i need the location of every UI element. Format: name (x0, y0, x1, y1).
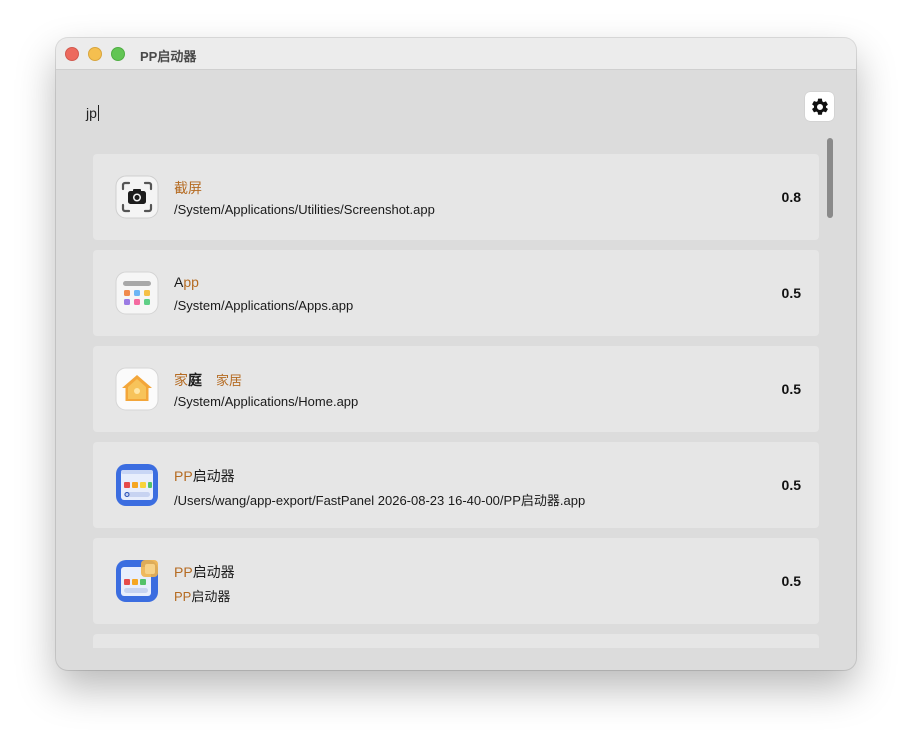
results-list[interactable]: 截屏 /System/Applications/Utilities/Screen… (93, 154, 819, 648)
result-row-screenshot[interactable]: 截屏 /System/Applications/Utilities/Screen… (93, 154, 819, 240)
result-row-home[interactable]: 家庭 家居 /System/Applications/Home.app 0.5 (93, 346, 819, 432)
result-score: 0.5 (781, 573, 801, 589)
window-title: PP启动器 (140, 49, 197, 64)
result-name: PP启动器 (174, 468, 235, 484)
result-score: 0.5 (781, 285, 801, 301)
result-path: /Users/wang/app-export/FastPanel 2026-08… (174, 493, 586, 508)
apps-app-icon (115, 271, 159, 315)
search-input-value: jp (86, 105, 97, 121)
screenshot-app-icon (115, 175, 159, 219)
result-score: 0.8 (781, 189, 801, 205)
gear-icon (811, 98, 828, 115)
pp-launcher-app-icon (116, 464, 158, 506)
result-path: PP启动器 (174, 589, 231, 604)
app-window: PP启动器 jp 截屏 /System/Applications/Utiliti… (56, 38, 856, 670)
scrollbar-thumb[interactable] (827, 138, 833, 218)
home-app-icon (115, 367, 159, 411)
minimize-button[interactable] (88, 47, 102, 61)
result-score: 0.5 (781, 477, 801, 493)
result-path: /System/Applications/Utilities/Screensho… (174, 202, 435, 217)
result-row-partial[interactable] (93, 634, 819, 648)
result-name: 截屏 (174, 180, 202, 196)
result-name: App (174, 274, 199, 290)
zoom-button[interactable] (111, 47, 125, 61)
result-row-pp-launcher-2[interactable]: PP启动器 PP启动器 0.5 (93, 538, 819, 624)
result-row-apps[interactable]: App /System/Applications/Apps.app 0.5 (93, 250, 819, 336)
search-input[interactable]: jp (86, 105, 99, 121)
result-name: 家庭 家居 (174, 372, 243, 388)
result-row-pp-launcher[interactable]: PP启动器 /Users/wang/app-export/FastPanel 2… (93, 442, 819, 528)
settings-button[interactable] (805, 92, 834, 121)
pp-launcher-app-icon (116, 560, 158, 602)
result-name: PP启动器 (174, 564, 235, 580)
result-score: 0.5 (781, 381, 801, 397)
result-path: /System/Applications/Apps.app (174, 298, 354, 313)
title-bar[interactable]: PP启动器 (56, 38, 856, 70)
text-caret (97, 105, 99, 121)
result-path: /System/Applications/Home.app (174, 394, 359, 409)
close-button[interactable] (65, 47, 79, 61)
